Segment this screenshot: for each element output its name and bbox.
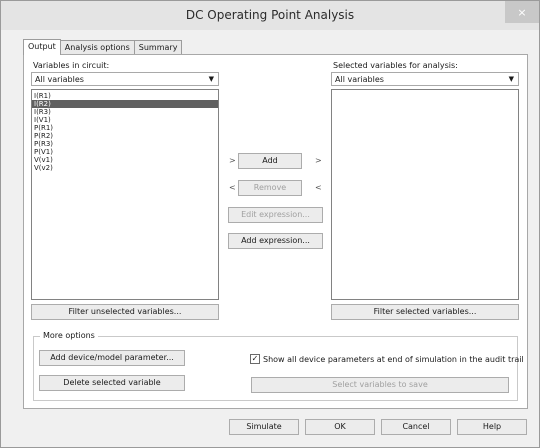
add-button[interactable]: Add <box>238 153 302 169</box>
tab-output[interactable]: Output <box>23 39 61 55</box>
select-variables-to-save-button[interactable]: Select variables to save <box>251 377 509 393</box>
list-item[interactable]: P(R2) <box>32 132 218 140</box>
filter-unselected-variables-button[interactable]: Filter unselected variables... <box>31 304 219 320</box>
close-button[interactable]: × <box>505 1 539 23</box>
help-button[interactable]: Help <box>457 419 527 435</box>
list-item[interactable]: V(v2) <box>32 164 218 172</box>
list-item[interactable]: I(V1) <box>32 116 218 124</box>
variables-in-circuit-label: Variables in circuit: <box>33 61 110 70</box>
list-item[interactable]: I(R3) <box>32 108 218 116</box>
add-arrow-right-indicator: > <box>315 156 322 165</box>
chevron-down-icon: ▼ <box>208 75 214 83</box>
selected-variables-label: Selected variables for analysis: <box>333 61 458 70</box>
list-item[interactable]: I(R1) <box>32 92 218 100</box>
add-device-model-parameter-button[interactable]: Add device/model parameter... <box>39 350 185 366</box>
delete-selected-variable-button[interactable]: Delete selected variable <box>39 375 185 391</box>
remove-arrow-left-indicator: < <box>229 183 236 192</box>
circuit-variables-list[interactable]: I(R1) I(R2) I(R3) I(V1) P(R1) P(R2) P(R3… <box>31 89 219 300</box>
tab-summary[interactable]: Summary <box>133 40 183 55</box>
filter-selected-variables-button[interactable]: Filter selected variables... <box>331 304 519 320</box>
edit-expression-button[interactable]: Edit expression... <box>228 207 323 223</box>
checkmark-icon: ✓ <box>251 354 259 363</box>
more-options-title: More options <box>40 331 98 341</box>
remove-button[interactable]: Remove <box>238 180 302 196</box>
chevron-down-icon: ▼ <box>508 75 514 83</box>
ok-button[interactable]: OK <box>305 419 375 435</box>
add-arrow-left-indicator: > <box>229 156 236 165</box>
selected-variables-filter-value: All variables <box>335 75 384 84</box>
dc-operating-point-dialog: DC Operating Point Analysis × Output Ana… <box>0 0 540 448</box>
title-bar: DC Operating Point Analysis × <box>1 1 539 30</box>
selected-variables-filter-select[interactable]: All variables ▼ <box>331 72 519 86</box>
close-icon: × <box>517 5 527 19</box>
circuit-variables-filter-select[interactable]: All variables ▼ <box>31 72 219 86</box>
window-title: DC Operating Point Analysis <box>185 8 355 22</box>
list-item[interactable]: I(R2) <box>32 100 218 108</box>
show-all-parameters-checkbox[interactable]: ✓ <box>250 354 260 364</box>
list-item[interactable]: P(R1) <box>32 124 218 132</box>
tab-analysis-options[interactable]: Analysis options <box>59 40 135 55</box>
show-all-parameters-label: Show all device parameters at end of sim… <box>263 355 524 364</box>
tab-strip: Output Analysis options Summary <box>23 39 183 55</box>
selected-variables-list[interactable] <box>331 89 519 300</box>
list-item[interactable]: V(v1) <box>32 156 218 164</box>
circuit-variables-filter-value: All variables <box>35 75 84 84</box>
list-item[interactable]: P(R3) <box>32 140 218 148</box>
cancel-button[interactable]: Cancel <box>381 419 451 435</box>
simulate-button[interactable]: Simulate <box>229 419 299 435</box>
remove-arrow-right-indicator: < <box>315 183 322 192</box>
list-item[interactable]: P(V1) <box>32 148 218 156</box>
add-expression-button[interactable]: Add expression... <box>228 233 323 249</box>
